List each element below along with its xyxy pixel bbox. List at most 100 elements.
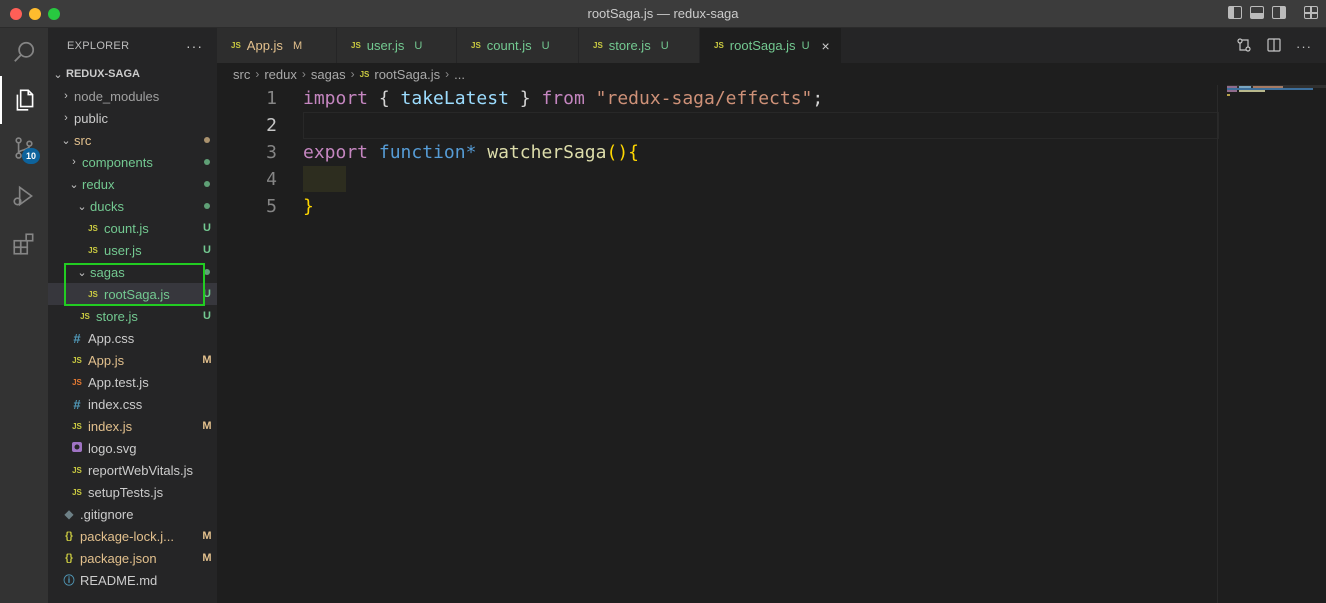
tab-app-js[interactable]: JS App.js M — [217, 28, 337, 63]
tree-item-app-js[interactable]: JS App.js M — [48, 349, 217, 371]
breadcrumb: src › redux › sagas › JS rootSaga.js › .… — [217, 63, 1326, 85]
tree-item-label: App.test.js — [88, 374, 149, 390]
tab-count-js[interactable]: JS count.js U — [457, 28, 579, 63]
line-number: 2 — [266, 115, 277, 136]
untracked-dot-icon — [204, 159, 210, 165]
explorer-header: EXPLORER ··· — [48, 28, 217, 64]
breadcrumb-separator-icon: › — [445, 67, 450, 81]
modified-status: M — [202, 530, 212, 542]
js-file-icon: JS — [231, 41, 241, 50]
tree-item-label: package-lock.j... — [80, 528, 174, 544]
workspace-root[interactable]: ⌄ REDUX-SAGA — [48, 63, 217, 85]
tree-item-store-js[interactable]: JS store.js U — [48, 305, 217, 327]
minimap-line — [1227, 94, 1230, 96]
code-token: function — [378, 142, 466, 163]
breadcrumb-item[interactable]: ... — [454, 67, 465, 82]
code-token: import — [303, 88, 369, 109]
info-file-icon: ⓘ — [63, 575, 75, 587]
toggle-secondary-sidebar-icon[interactable] — [1272, 6, 1286, 19]
breadcrumb-item[interactable]: rootSaga.js — [374, 67, 440, 82]
tree-item-sagas[interactable]: ⌄ sagas — [48, 261, 217, 283]
run-debug-icon[interactable] — [0, 172, 48, 220]
css-file-icon: # — [73, 396, 81, 412]
tree-item-reportwebvitals-js[interactable]: JS reportWebVitals.js — [48, 459, 217, 481]
tree-item-logo-svg[interactable]: logo.svg — [48, 437, 217, 459]
tree-item-redux[interactable]: ⌄ redux — [48, 173, 217, 195]
chevron-down-icon: ⌄ — [77, 200, 87, 213]
tab-status: M — [292, 39, 303, 52]
tree-item-rootsaga-js[interactable]: JS rootSaga.js U — [48, 283, 217, 305]
code-line[interactable]: 3 export function* watcherSaga(){ — [217, 139, 1217, 166]
source-control-icon[interactable]: 10 — [0, 124, 48, 172]
tree-item-package-json[interactable]: {} package.json M — [48, 547, 217, 569]
tab-rootsaga-js[interactable]: JS rootSaga.js U × — [700, 28, 842, 63]
customize-layout-icon[interactable] — [1304, 6, 1318, 19]
tree-item-label: node_modules — [74, 88, 160, 104]
tab-user-js[interactable]: JS user.js U — [337, 28, 457, 63]
close-tab-icon[interactable]: × — [822, 38, 830, 54]
untracked-dot-icon — [204, 181, 210, 187]
js-file-icon: JS — [359, 69, 370, 79]
tree-item-label: redux — [82, 176, 115, 192]
code-line[interactable]: 5 } — [217, 193, 1217, 220]
editor-ruler — [1217, 85, 1218, 603]
search-icon[interactable] — [0, 28, 48, 76]
breadcrumb-item[interactable]: src — [233, 67, 250, 82]
tab-store-js[interactable]: JS store.js U — [579, 28, 700, 63]
tree-item-package-lock-json[interactable]: {} package-lock.j... M — [48, 525, 217, 547]
open-changes-icon[interactable] — [1236, 37, 1252, 56]
tab-status: U — [414, 39, 423, 52]
split-editor-icon[interactable] — [1266, 37, 1282, 56]
line-number: 5 — [266, 196, 277, 217]
chevron-right-icon: › — [72, 156, 76, 168]
tree-item-gitignore[interactable]: ◆ .gitignore — [48, 503, 217, 525]
code-token: takeLatest — [400, 88, 509, 109]
tree-item-components[interactable]: › components — [48, 151, 217, 173]
tree-item-label: index.js — [88, 418, 133, 434]
code-line[interactable]: 2 — [217, 112, 1217, 139]
chevron-down-icon: ⌄ — [77, 266, 87, 279]
tree-item-count-js[interactable]: JS count.js U — [48, 217, 217, 239]
js-file-icon: JS — [80, 311, 90, 321]
toggle-sidebar-icon[interactable] — [1228, 6, 1242, 19]
tree-item-user-js[interactable]: JS user.js U — [48, 239, 217, 261]
svg-file-icon — [69, 441, 85, 455]
tree-item-src[interactable]: ⌄ src — [48, 129, 217, 151]
extensions-icon[interactable] — [0, 220, 48, 268]
tree-item-app-css[interactable]: # App.css — [48, 327, 217, 349]
tree-item-label: components — [82, 154, 153, 170]
code-line[interactable]: 1 import { takeLatest } from "redux-saga… — [217, 85, 1217, 112]
breadcrumb-item[interactable]: sagas — [311, 67, 346, 82]
code-line[interactable]: 4 — [217, 166, 1217, 193]
more-actions-icon[interactable]: ··· — [1296, 39, 1312, 54]
tree-item-index-css[interactable]: # index.css — [48, 393, 217, 415]
untracked-status: U — [203, 222, 211, 234]
tree-item-label: count.js — [104, 220, 149, 236]
js-file-icon: JS — [72, 487, 82, 497]
breadcrumb-item[interactable]: redux — [264, 67, 297, 82]
tree-item-app-test-js[interactable]: JS App.test.js — [48, 371, 217, 393]
js-file-icon: JS — [714, 41, 724, 50]
js-file-icon: JS — [88, 245, 98, 255]
tree-item-public[interactable]: › public — [48, 107, 217, 129]
tree-item-ducks[interactable]: ⌄ ducks — [48, 195, 217, 217]
chevron-right-icon: › — [64, 112, 68, 124]
tree-item-index-js[interactable]: JS index.js M — [48, 415, 217, 437]
js-file-icon: JS — [72, 355, 82, 365]
untracked-dot-icon — [204, 269, 210, 275]
activity-bar: 10 — [0, 28, 48, 603]
title-bar: rootSaga.js — redux-saga — [0, 0, 1326, 28]
more-actions-icon[interactable]: ··· — [186, 38, 203, 54]
toggle-panel-icon[interactable] — [1250, 6, 1264, 19]
tree-item-node-modules[interactable]: › node_modules — [48, 85, 217, 107]
explorer-icon[interactable] — [0, 76, 48, 124]
code-editor[interactable]: 1 import { takeLatest } from "redux-saga… — [217, 85, 1326, 603]
minimap[interactable] — [1227, 85, 1326, 603]
tree-item-readme-md[interactable]: ⓘ README.md — [48, 569, 217, 591]
tab-status: U — [541, 39, 550, 52]
line-number: 4 — [266, 169, 277, 190]
tree-item-setuptests-js[interactable]: JS setupTests.js — [48, 481, 217, 503]
chevron-down-icon: ⌄ — [69, 178, 79, 191]
tree-item-label: reportWebVitals.js — [88, 462, 194, 478]
